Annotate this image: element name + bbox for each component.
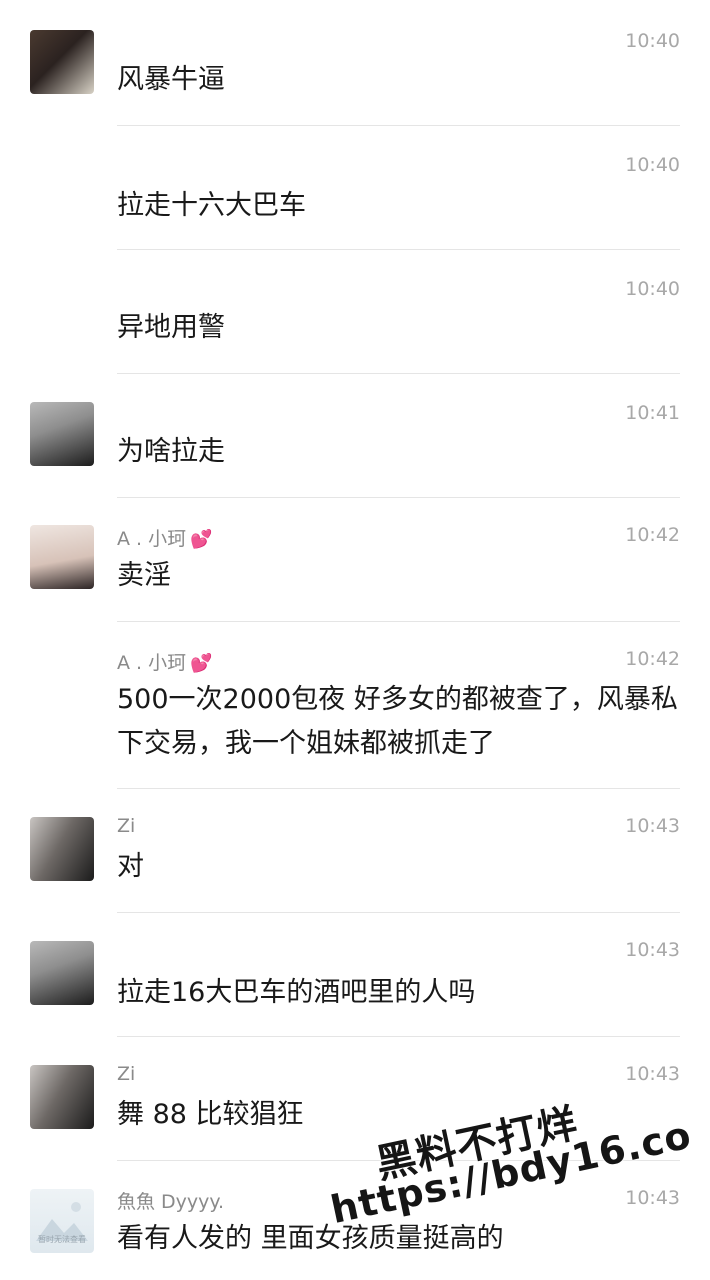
message-time: 10:43 (625, 1187, 680, 1209)
message-item: A . 小珂 💕 10:42 卖淫 (0, 498, 710, 622)
sender-name-text: A . 小珂 (117, 652, 187, 674)
message-item: 10:41 为啥拉走 (0, 374, 710, 498)
message-text: 看有人发的 里面女孩质量挺高的 (117, 1223, 504, 1254)
message-item: 10:40 拉走十六大巴车 (0, 126, 710, 250)
message-item: 10:40 风暴牛逼 (0, 0, 710, 126)
message-time: 10:43 (625, 815, 680, 837)
message-text: 拉走十六大巴车 (117, 190, 306, 221)
sender-name: Zi (117, 1063, 136, 1085)
message-text: 卖淫 (117, 560, 171, 591)
message-item: A . 小珂 💕 10:42 500一次2000包夜 好多女的都被查了，风暴私下交… (0, 622, 710, 789)
message-time: 10:41 (625, 402, 680, 424)
message-time: 10:40 (625, 154, 680, 176)
message-text: 拉走16大巴车的酒吧里的人吗 (117, 977, 476, 1008)
message-text: 对 (117, 851, 144, 882)
avatar[interactable] (30, 941, 94, 1005)
message-item: Zi 10:43 对 (0, 789, 710, 913)
avatar[interactable] (30, 402, 94, 466)
avatar-placeholder-text: 暂时无法查看 (38, 1235, 86, 1244)
sender-name-text: A . 小珂 (117, 528, 187, 550)
message-time: 10:43 (625, 939, 680, 961)
message-time: 10:40 (625, 278, 680, 300)
avatar[interactable] (30, 817, 94, 881)
message-text: 异地用警 (117, 312, 225, 343)
message-text: 500一次2000包夜 好多女的都被查了，风暴私下交易，我一个姐妹都被抓走了 (117, 684, 678, 759)
message-time: 10:43 (625, 1063, 680, 1085)
message-text: 风暴牛逼 (117, 64, 225, 95)
sender-name: A . 小珂 💕 (117, 648, 213, 675)
message-time: 10:42 (625, 524, 680, 546)
message-time: 10:40 (625, 30, 680, 52)
message-time: 10:42 (625, 648, 680, 670)
sender-name: 魚魚 Dyyyy. (117, 1191, 224, 1213)
avatar[interactable] (30, 30, 94, 94)
avatar[interactable] (30, 1065, 94, 1129)
message-item: 10:40 异地用警 (0, 250, 710, 374)
message-text: 为啥拉走 (117, 436, 225, 467)
heart-icon: 💕 (190, 529, 213, 550)
heart-icon: 💕 (190, 653, 213, 674)
message-item: 10:43 拉走16大巴车的酒吧里的人吗 (0, 913, 710, 1037)
sender-name: Zi (117, 815, 136, 837)
sender-name: A . 小珂 💕 (117, 524, 213, 551)
avatar[interactable]: 暂时无法查看 (30, 1189, 94, 1253)
avatar[interactable] (30, 525, 94, 589)
